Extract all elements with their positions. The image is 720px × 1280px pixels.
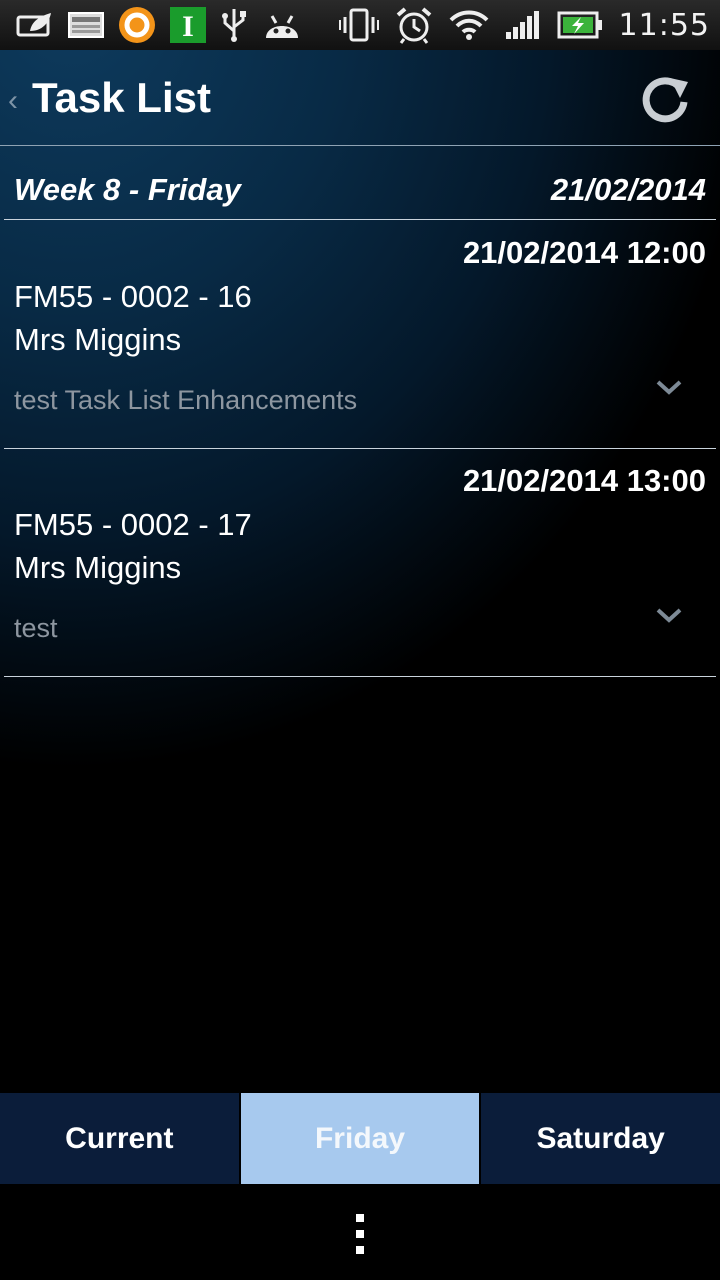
- notification-icons: I: [16, 6, 302, 44]
- svg-text:I: I: [182, 10, 194, 43]
- more-vertical-icon: [356, 1214, 364, 1254]
- status-clock: 11:55: [618, 7, 710, 43]
- screen: I 11:55 ‹ Task List Week 8 - Friday 21/0…: [0, 0, 720, 1280]
- image-notification-icon: [68, 11, 104, 39]
- system-icons: 11:55: [338, 6, 710, 44]
- tab-friday[interactable]: Friday: [238, 1093, 480, 1184]
- day-tabs: Current Friday Saturday: [0, 1093, 720, 1184]
- task-datetime: 21/02/2014 12:00: [462, 235, 706, 270]
- task-description: test Task List Enhancements: [14, 385, 358, 415]
- i-app-icon: I: [170, 7, 206, 43]
- wifi-icon: [449, 10, 489, 40]
- task-row[interactable]: 21/02/2014 13:00 FM55 - 0002 - 17 Mrs Mi…: [4, 449, 716, 677]
- task-reference: FM55 - 0002 - 17: [14, 507, 252, 542]
- task-customer-name: Mrs Miggins: [14, 322, 182, 357]
- chevron-down-icon[interactable]: [654, 377, 684, 399]
- back-chevron-icon[interactable]: ‹: [8, 84, 18, 118]
- orange-app-icon: [118, 6, 156, 44]
- overflow-menu-button[interactable]: [354, 1214, 366, 1254]
- leaf-notification-icon: [16, 11, 54, 39]
- task-row[interactable]: 21/02/2014 12:00 FM55 - 0002 - 16 Mrs Mi…: [4, 221, 716, 449]
- navigation-bar: [0, 1184, 720, 1280]
- page-title[interactable]: Task List: [32, 74, 211, 122]
- action-bar: ‹ Task List: [0, 50, 720, 146]
- task-description: test: [14, 613, 58, 643]
- tab-saturday[interactable]: Saturday: [479, 1093, 720, 1184]
- section-date: 21/02/2014: [550, 172, 706, 207]
- vibrate-icon: [338, 8, 379, 42]
- status-bar: I 11:55: [0, 0, 720, 50]
- alarm-icon: [395, 6, 433, 44]
- week-section-header: Week 8 - Friday 21/02/2014: [4, 146, 716, 220]
- task-customer-name: Mrs Miggins: [14, 550, 182, 585]
- task-datetime: 21/02/2014 13:00: [462, 463, 706, 498]
- android-debug-icon: [262, 10, 302, 40]
- task-reference: FM55 - 0002 - 16: [14, 279, 252, 314]
- refresh-button[interactable]: [640, 74, 692, 126]
- tab-current[interactable]: Current: [0, 1093, 239, 1184]
- refresh-icon: [642, 77, 688, 123]
- battery-charging-icon: [557, 11, 603, 39]
- signal-icon: [505, 10, 541, 40]
- usb-icon: [220, 7, 248, 43]
- section-title: Week 8 - Friday: [14, 172, 241, 207]
- chevron-down-icon[interactable]: [654, 605, 684, 627]
